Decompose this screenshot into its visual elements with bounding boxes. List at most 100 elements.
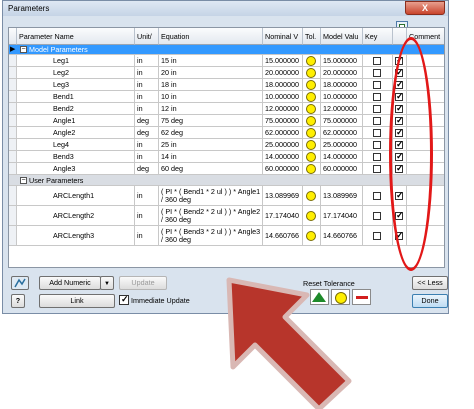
column-header-key[interactable]: Key (363, 28, 393, 45)
equation-cell[interactable]: 18 in (159, 79, 263, 90)
model-value-cell[interactable]: 60.000000 (321, 163, 363, 174)
equation-cell[interactable]: 75 deg (159, 115, 263, 126)
tolerance-cell[interactable] (303, 163, 321, 174)
column-header-unit[interactable]: Unit/ (135, 28, 159, 45)
unit-cell[interactable]: in (135, 67, 159, 78)
unit-cell[interactable]: deg (135, 115, 159, 126)
key-cell[interactable] (363, 67, 393, 78)
row-marker[interactable] (9, 186, 17, 205)
tolerance-cell[interactable] (303, 79, 321, 90)
model-value-cell[interactable]: 14.660766 (321, 226, 363, 245)
key-cell[interactable] (363, 103, 393, 114)
tolerance-nominal-icon[interactable] (306, 80, 316, 90)
parameter-name-cell[interactable]: Leg2 (17, 67, 135, 78)
parameter-name-cell[interactable]: Bend3 (17, 151, 135, 162)
help-button[interactable]: ? (11, 294, 25, 308)
tolerance-cell[interactable] (303, 186, 321, 205)
row-marker[interactable] (9, 163, 17, 174)
group-row-model-parameters[interactable]: ▶ − Model Parameters (9, 45, 444, 55)
tolerance-nominal-icon[interactable] (306, 128, 316, 138)
parameter-name-cell[interactable]: Leg4 (17, 139, 135, 150)
tolerance-cell[interactable] (303, 91, 321, 102)
nominal-value-cell[interactable]: 60.000000 (263, 163, 303, 174)
equation-cell[interactable]: 60 deg (159, 163, 263, 174)
key-checkbox[interactable] (373, 129, 381, 137)
column-header-name[interactable]: Parameter Name (17, 28, 135, 45)
row-marker[interactable] (9, 91, 17, 102)
key-checkbox[interactable] (373, 81, 381, 89)
key-checkbox[interactable] (373, 105, 381, 113)
tolerance-nominal-icon[interactable] (306, 92, 316, 102)
key-cell[interactable] (363, 226, 393, 245)
tolerance-nominal-icon[interactable] (306, 191, 316, 201)
tolerance-nominal-icon[interactable] (306, 140, 316, 150)
nominal-value-cell[interactable]: 13.089969 (263, 186, 303, 205)
row-marker[interactable] (9, 139, 17, 150)
tolerance-cell[interactable] (303, 115, 321, 126)
link-button[interactable]: Link (39, 294, 115, 308)
unit-cell[interactable]: in (135, 186, 159, 205)
key-cell[interactable] (363, 115, 393, 126)
key-cell[interactable] (363, 55, 393, 66)
tolerance-nominal-icon[interactable] (306, 231, 316, 241)
key-checkbox[interactable] (373, 117, 381, 125)
nominal-value-cell[interactable]: 12.000000 (263, 103, 303, 114)
nominal-value-cell[interactable]: 10.000000 (263, 91, 303, 102)
done-button[interactable]: Done (412, 294, 448, 308)
tolerance-nominal-icon[interactable] (306, 104, 316, 114)
key-checkbox[interactable] (373, 93, 381, 101)
row-marker[interactable] (9, 151, 17, 162)
model-value-cell[interactable]: 25.000000 (321, 139, 363, 150)
parameter-name-cell[interactable]: Angle1 (17, 115, 135, 126)
parameter-name-cell[interactable]: Angle2 (17, 127, 135, 138)
model-value-cell[interactable]: 62.000000 (321, 127, 363, 138)
key-checkbox[interactable] (373, 153, 381, 161)
add-numeric-dropdown[interactable]: ▼ (100, 276, 114, 290)
nominal-value-cell[interactable]: 15.000000 (263, 55, 303, 66)
add-numeric-button[interactable]: Add Numeric (39, 276, 101, 290)
row-marker[interactable] (9, 127, 17, 138)
equation-cell[interactable]: 14 in (159, 151, 263, 162)
key-cell[interactable] (363, 91, 393, 102)
unit-cell[interactable]: deg (135, 163, 159, 174)
less-button[interactable]: << Less (412, 276, 448, 290)
parameter-name-cell[interactable]: Bend1 (17, 91, 135, 102)
equation-cell[interactable]: ( PI * ( Bend2 * 2 ul ) ) * Angle2 / 360… (159, 206, 263, 225)
key-checkbox[interactable] (373, 212, 381, 220)
model-value-cell[interactable]: 10.000000 (321, 91, 363, 102)
tolerance-cell[interactable] (303, 151, 321, 162)
unit-cell[interactable]: in (135, 103, 159, 114)
parameter-row[interactable]: Leg4 in 25 in 25.000000 25.000000 (9, 139, 444, 151)
parameter-row[interactable]: Bend3 in 14 in 14.000000 14.000000 (9, 151, 444, 163)
nominal-value-cell[interactable]: 75.000000 (263, 115, 303, 126)
column-header-model-value[interactable]: Model Valu (321, 28, 363, 45)
column-header-tolerance[interactable]: Tol. (303, 28, 321, 45)
tolerance-nominal-icon[interactable] (306, 164, 316, 174)
tolerance-nominal-icon[interactable] (306, 116, 316, 126)
row-marker[interactable] (9, 206, 17, 225)
update-button[interactable]: Update (119, 276, 167, 290)
nominal-value-cell[interactable]: 25.000000 (263, 139, 303, 150)
parameter-name-cell[interactable]: Angle3 (17, 163, 135, 174)
equation-cell[interactable]: 20 in (159, 67, 263, 78)
parameter-icon-button[interactable] (11, 276, 29, 290)
key-checkbox[interactable] (373, 192, 381, 200)
unit-cell[interactable]: in (135, 79, 159, 90)
equation-cell[interactable]: 62 deg (159, 127, 263, 138)
parameter-row[interactable]: ARCLength2 in ( PI * ( Bend2 * 2 ul ) ) * … (9, 206, 444, 226)
unit-cell[interactable]: in (135, 226, 159, 245)
unit-cell[interactable]: deg (135, 127, 159, 138)
parameter-name-cell[interactable]: Leg1 (17, 55, 135, 66)
parameter-row[interactable]: ARCLength3 in ( PI * ( Bend3 * 2 ul ) ) * … (9, 226, 444, 246)
nominal-value-cell[interactable]: 18.000000 (263, 79, 303, 90)
column-header-equation[interactable]: Equation (159, 28, 263, 45)
parameter-row[interactable]: Angle1 deg 75 deg 75.000000 75.000000 (9, 115, 444, 127)
equation-cell[interactable]: ( PI * ( Bend3 * 2 ul ) ) * Angle3 / 360… (159, 226, 263, 245)
parameter-name-cell[interactable]: ARCLength2 (17, 206, 135, 225)
equation-cell[interactable]: 12 in (159, 103, 263, 114)
tolerance-cell[interactable] (303, 67, 321, 78)
key-checkbox[interactable] (373, 141, 381, 149)
unit-cell[interactable]: in (135, 55, 159, 66)
parameter-row[interactable]: Bend2 in 12 in 12.000000 12.000000 (9, 103, 444, 115)
unit-cell[interactable]: in (135, 139, 159, 150)
